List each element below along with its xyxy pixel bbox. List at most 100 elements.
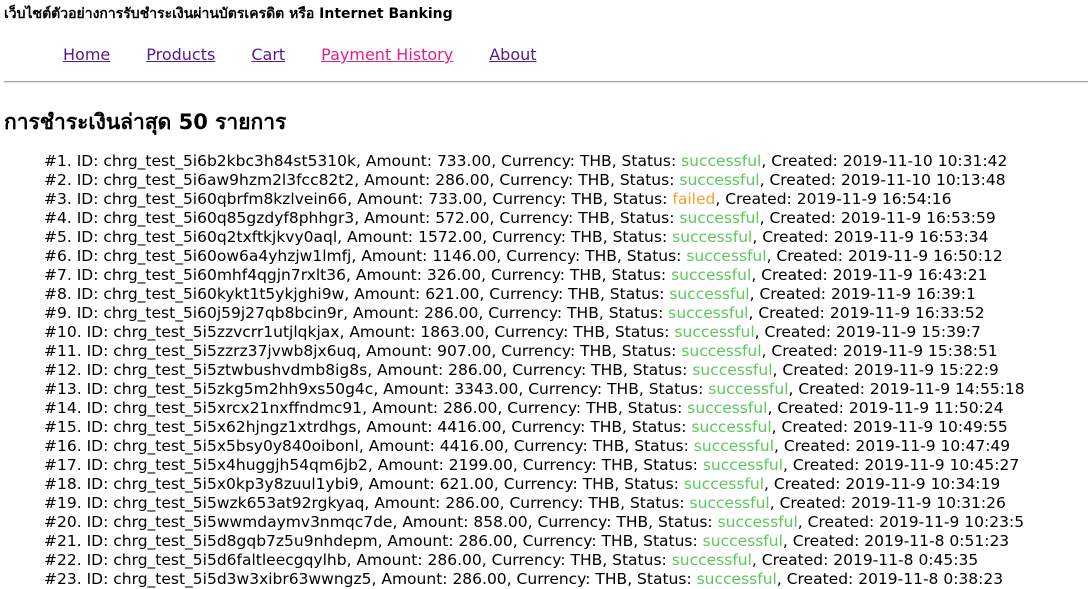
created-label: Created:	[758, 304, 825, 322]
charge-id: chrg_test_5i60mhf4qgjn7rxlt36	[103, 266, 346, 284]
currency-value: THB	[569, 266, 602, 284]
payment-index: #4.	[44, 209, 72, 227]
currency-value: THB	[590, 418, 622, 436]
status-value: successful	[671, 551, 752, 569]
created-value: 2019-11-8 0:38:23	[858, 570, 1004, 588]
charge-id: chrg_test_5i5zzvcrr1utjlqkjax	[113, 323, 340, 341]
amount-value: 1146.00	[432, 247, 497, 265]
status-label: Status:	[637, 570, 692, 588]
created-value: 2019-11-9 10:23:5	[879, 513, 1025, 531]
amount-value: 286.00	[458, 532, 513, 550]
payment-row: #13. ID: chrg_test_5i5zkg5m2hh9xs50g4c, …	[44, 380, 1025, 398]
payment-row: #20. ID: chrg_test_5i5wwmdaymv3nmqc7de, …	[44, 513, 1025, 531]
created-value: 2019-11-9 15:22:9	[853, 361, 999, 379]
created-label: Created:	[769, 209, 837, 227]
created-label: Created:	[782, 361, 849, 379]
status-label: Status:	[658, 513, 713, 531]
created-label: Created:	[773, 475, 841, 493]
created-label: Created:	[776, 247, 843, 265]
created-label: Created:	[759, 285, 827, 303]
id-label: ID:	[76, 190, 99, 208]
charge-id: chrg_test_5i60q2txftkjkvy0aql	[103, 228, 338, 246]
currency-value: THB	[570, 551, 603, 569]
created-value: 2019-11-9 10:34:19	[845, 475, 1001, 493]
amount-label: Amount:	[368, 475, 435, 493]
currency-label: Currency:	[511, 418, 586, 436]
status-label: Status:	[626, 247, 682, 265]
payment-row: #3. ID: chrg_test_5i60qbrfm8kzlvein66, A…	[44, 190, 952, 208]
id-label: ID:	[86, 570, 109, 588]
amount-label: Amount:	[364, 171, 431, 189]
status-value: successful	[674, 323, 755, 341]
payment-row: #6. ID: chrg_test_5i60ow6a4yhzjw1lmfj, A…	[44, 247, 1003, 265]
created-label: Created:	[771, 342, 838, 360]
created-value: 2019-11-9 16:50:12	[847, 247, 1003, 265]
currency-value: THB	[601, 532, 634, 550]
amount-label: Amount:	[366, 342, 433, 360]
amount-label: Amount:	[374, 494, 441, 512]
amount-value: 286.00	[435, 171, 490, 189]
id-label: ID:	[86, 456, 109, 474]
charge-id: chrg_test_5i5d3w3xibr63wwngz5	[113, 570, 372, 588]
id-label: ID:	[86, 532, 109, 550]
nav-link-about[interactable]: About	[489, 45, 536, 64]
created-label: Created:	[762, 228, 829, 246]
currency-value: THB	[571, 190, 603, 208]
amount-value: 286.00	[443, 399, 498, 417]
currency-label: Currency:	[509, 494, 584, 512]
status-value: successful	[668, 304, 749, 322]
payment-row: #19. ID: chrg_test_5i5wzk653at92rgkyaq, …	[44, 494, 1006, 512]
charge-id: chrg_test_5i60kykt1t5ykjghi9w	[103, 285, 345, 303]
nav-link-payment-history[interactable]: Payment History	[321, 45, 453, 64]
currency-value: THB	[570, 228, 603, 246]
amount-value: 733.00	[436, 152, 492, 170]
payment-index: #6.	[44, 247, 72, 265]
payment-row: #18. ID: chrg_test_5i5x0kp3y8zuul1ybi9, …	[44, 475, 1001, 493]
payment-row: #23. ID: chrg_test_5i5d3w3xibr63wwngz5, …	[44, 570, 1004, 588]
status-value: successful	[717, 513, 798, 531]
amount-label: Amount:	[368, 437, 435, 455]
currency-label: Currency:	[494, 323, 569, 341]
status-label: Status:	[612, 190, 668, 208]
created-value: 2019-11-9 16:33:52	[829, 304, 985, 322]
currency-label: Currency:	[492, 228, 566, 246]
currency-value: THB	[573, 323, 605, 341]
payment-index: #18.	[44, 475, 82, 493]
currency-label: Currency:	[503, 475, 578, 493]
payment-index: #13.	[44, 380, 82, 398]
amount-label: Amount:	[381, 570, 448, 588]
payment-row: #5. ID: chrg_test_5i60q2txftkjkvy0aql, A…	[44, 228, 989, 246]
created-label: Created:	[786, 570, 854, 588]
currency-label: Currency:	[522, 456, 597, 474]
payment-index: #12.	[44, 361, 82, 379]
currency-value: THB	[579, 152, 612, 170]
currency-value: THB	[592, 437, 625, 455]
status-value: successful	[696, 570, 777, 588]
created-label: Created:	[807, 513, 875, 531]
nav-link-home[interactable]: Home	[63, 45, 110, 64]
status-label: Status:	[648, 380, 704, 398]
id-label: ID:	[76, 285, 99, 303]
created-label: Created:	[725, 190, 792, 208]
nav-link-products[interactable]: Products	[146, 45, 215, 64]
currency-value: THB	[586, 399, 618, 417]
id-label: ID:	[86, 513, 109, 531]
amount-value: 621.00	[425, 285, 480, 303]
status-value: successful	[686, 247, 767, 265]
amount-label: Amount:	[355, 266, 422, 284]
amount-value: 3343.00	[454, 380, 519, 398]
charge-id: chrg_test_5i60ow6a4yhzjw1lmfj	[103, 247, 352, 265]
status-value: successful	[679, 209, 760, 227]
currency-label: Currency:	[512, 361, 587, 379]
currency-value: THB	[578, 209, 610, 227]
currency-value: THB	[595, 570, 628, 588]
status-label: Status:	[621, 342, 677, 360]
payment-index: #5.	[44, 228, 72, 246]
currency-label: Currency:	[528, 380, 603, 398]
payment-row: #21. ID: chrg_test_5i5d8gqb7z5u9nhdepm, …	[44, 532, 1010, 550]
nav-link-cart[interactable]: Cart	[251, 45, 285, 64]
payment-row: #17. ID: chrg_test_5i5x4huggjh54qm6jb2, …	[44, 456, 1020, 474]
payment-index: #14.	[44, 399, 82, 417]
currency-label: Currency:	[488, 304, 563, 322]
created-value: 2019-11-9 10:31:26	[851, 494, 1006, 512]
